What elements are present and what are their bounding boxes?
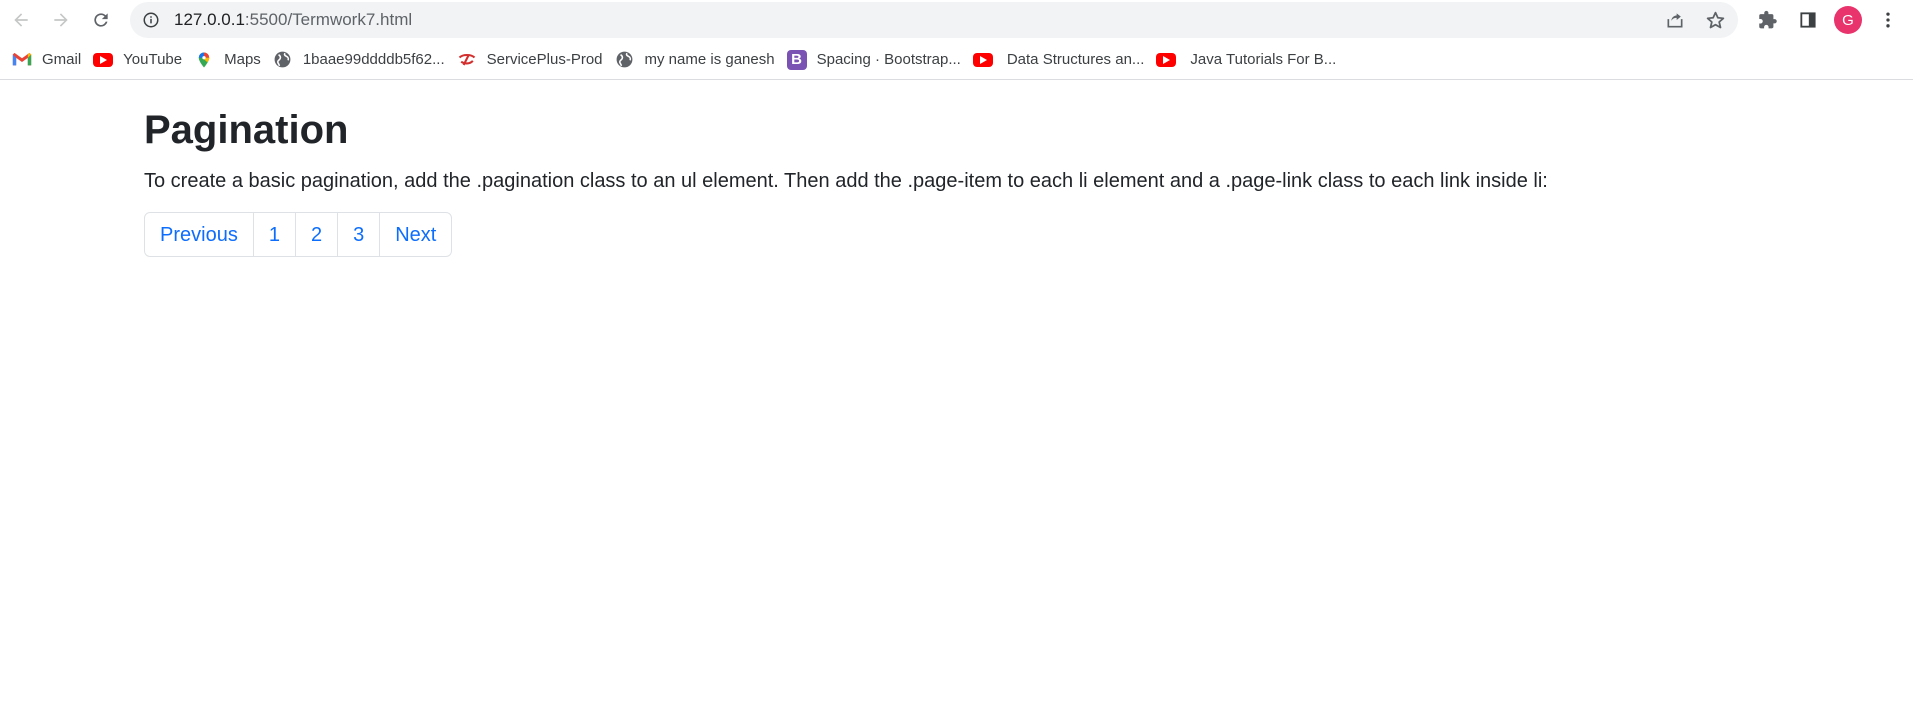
page-link-1[interactable]: 1 [252, 212, 296, 257]
gmail-icon [12, 50, 32, 70]
reload-icon [94, 13, 108, 27]
bookmark-1baae99[interactable]: 1baae99ddddb5f62... [271, 45, 455, 75]
page-link-2[interactable]: 2 [294, 212, 339, 257]
bookmark-label: Java Tutorials For B... [1190, 51, 1337, 68]
previous-page-link[interactable]: Previous [144, 212, 254, 257]
arrow-left-icon [14, 13, 28, 27]
bookmark-data-structures[interactable]: Data Structures an... [971, 45, 1155, 75]
star-icon[interactable] [1702, 7, 1728, 33]
bookmark-gmail[interactable]: Gmail [10, 45, 91, 75]
forward-button[interactable] [41, 0, 81, 40]
bookmarks-bar: Gmail YouTube Maps 1baae99ddddb5f62... S… [0, 40, 1913, 80]
page-item-3: 3 [337, 212, 381, 257]
page-container: Pagination To create a basic pagination,… [144, 104, 1764, 257]
side-panel-icon [1800, 12, 1816, 28]
menu-button[interactable] [1868, 0, 1908, 40]
reload-button[interactable] [81, 0, 121, 40]
page-description: To create a basic pagination, add the .p… [144, 170, 1548, 192]
page-item-1: 1 [252, 212, 296, 257]
maps-icon [194, 50, 214, 70]
bookmark-label: Data Structures an... [1006, 51, 1145, 68]
back-button[interactable] [1, 0, 41, 40]
kebab-menu-icon [1886, 12, 1890, 28]
puzzle-icon [1759, 10, 1777, 29]
globe-icon [615, 50, 635, 70]
page-item-next: Next [379, 212, 453, 257]
info-icon[interactable] [142, 11, 160, 29]
bookmark-java-tutorials[interactable]: Java Tutorials For B... [1154, 45, 1346, 75]
page-title: Pagination [144, 108, 349, 152]
bookmark-serviceplus[interactable]: ServicePlus-Prod [455, 45, 613, 75]
profile-button[interactable]: G [1828, 0, 1868, 40]
url-text[interactable]: 127.0.0.1:5500/Termwork7.html [174, 10, 412, 30]
next-page-link[interactable]: Next [379, 212, 453, 257]
bookmark-maps[interactable]: Maps [192, 45, 271, 75]
pagination: Previous 1 2 3 Next [144, 212, 1764, 257]
youtube-icon [972, 50, 993, 70]
youtube-icon [93, 50, 114, 70]
serviceplus-icon [457, 50, 477, 70]
bookmark-my-name-is-ganesh[interactable]: my name is ganesh [613, 45, 785, 75]
url-path: :5500/Termwork7.html [244, 10, 413, 29]
bookmark-label: Maps [224, 51, 261, 68]
arrow-right-icon [54, 13, 68, 27]
share-icon[interactable] [1662, 7, 1688, 33]
youtube-icon [1156, 50, 1177, 70]
bookmark-youtube[interactable]: YouTube [91, 45, 192, 75]
page-link-3[interactable]: 3 [337, 212, 381, 257]
url-host: 127.0.0.1 [174, 10, 245, 29]
page-item-2: 2 [294, 212, 339, 257]
extensions-button[interactable] [1748, 0, 1788, 40]
side-panel-button[interactable] [1788, 0, 1828, 40]
browser-toolbar: 127.0.0.1:5500/Termwork7.html G [0, 0, 1913, 40]
bookmark-label: Gmail [42, 51, 82, 68]
page-item-previous: Previous [144, 212, 254, 257]
bookmark-label: YouTube [123, 51, 183, 68]
bookmark-spacing-bootstrap[interactable]: B Spacing · Bootstrap... [785, 45, 971, 75]
globe-icon [273, 50, 293, 70]
bookmark-label: my name is ganesh [644, 51, 775, 68]
bootstrap-icon: B [786, 49, 807, 70]
bookmark-label: ServicePlus-Prod [486, 51, 603, 68]
avatar: G [1834, 6, 1862, 34]
address-bar[interactable]: 127.0.0.1:5500/Termwork7.html [130, 2, 1738, 38]
bookmark-label: Spacing · Bootstrap... [816, 51, 961, 68]
bookmark-label: 1baae99ddddb5f62... [302, 51, 445, 68]
